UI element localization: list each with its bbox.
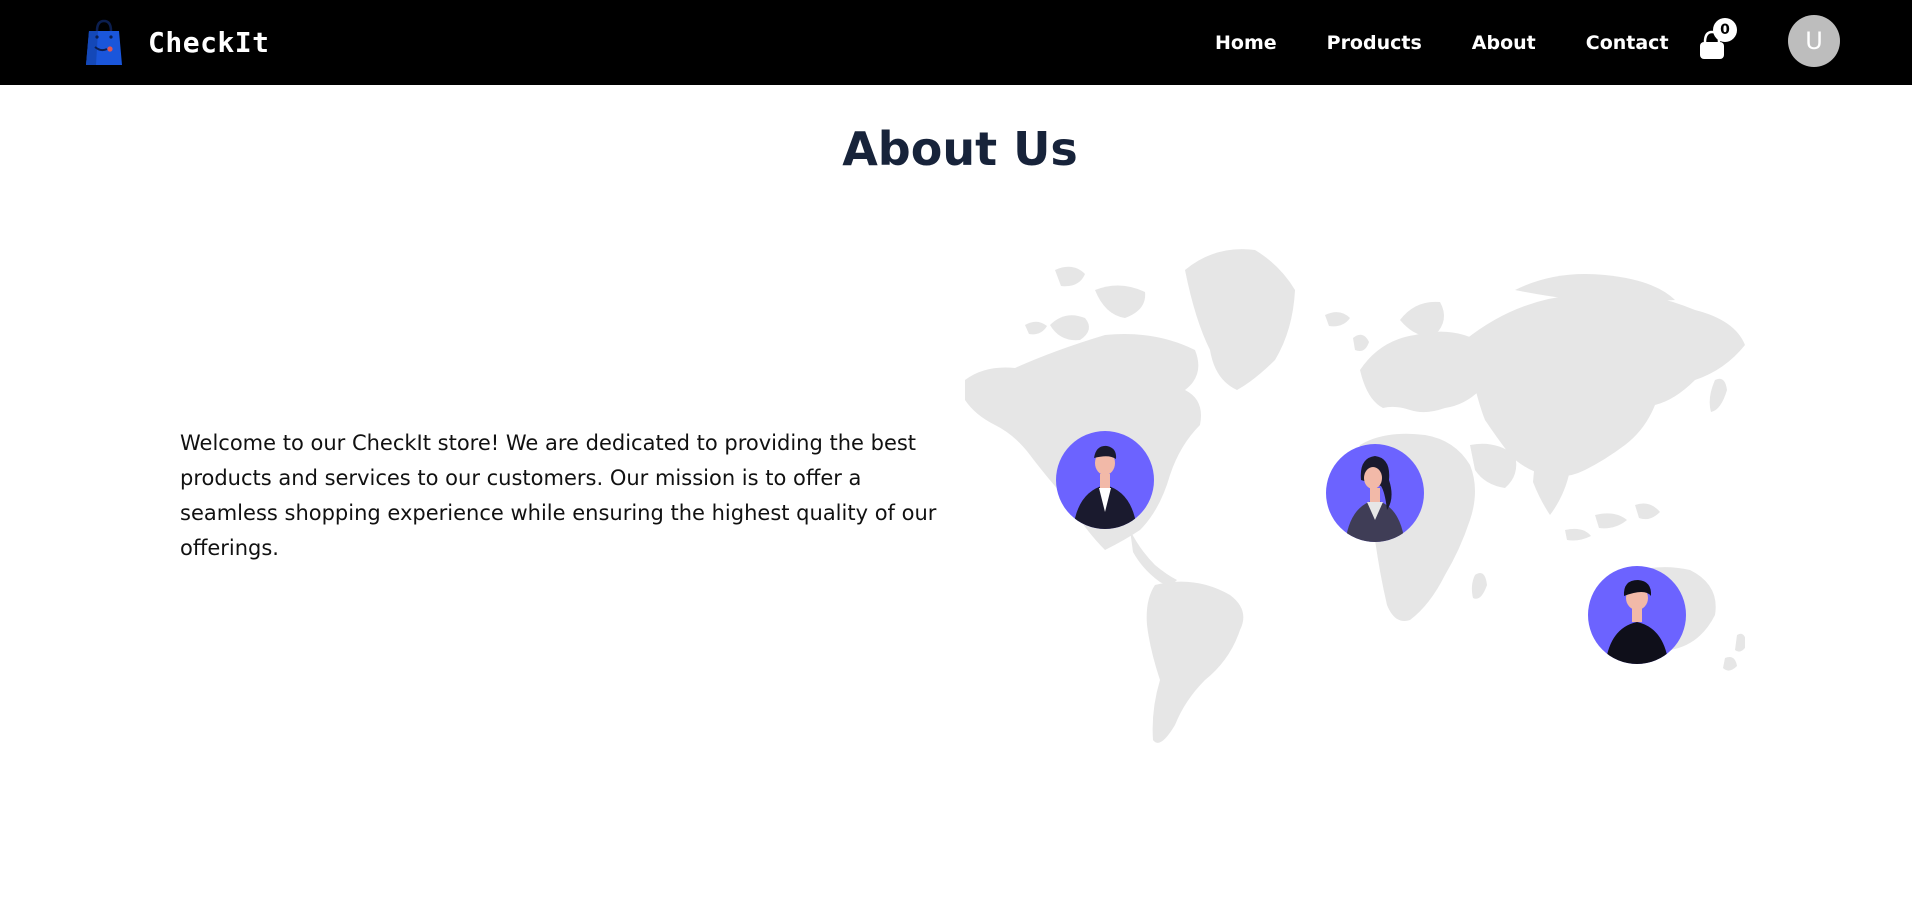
world-map-icon bbox=[965, 249, 1745, 743]
user-avatar[interactable]: U bbox=[1788, 15, 1840, 67]
about-description: Welcome to our CheckIt store! We are ded… bbox=[180, 431, 937, 560]
shopping-bag-icon bbox=[86, 19, 122, 65]
navbar: CheckIt Home Products About Contact 0 U bbox=[0, 0, 1912, 85]
page-title: About Us bbox=[842, 122, 1078, 176]
cart-button[interactable]: 0 bbox=[1697, 18, 1737, 62]
cart-count-badge: 0 bbox=[1713, 18, 1737, 42]
nav-about-link[interactable]: About bbox=[1472, 32, 1536, 54]
nav-products-link[interactable]: Products bbox=[1327, 32, 1422, 54]
person-icon bbox=[1588, 566, 1686, 664]
brand-name: CheckIt bbox=[148, 25, 270, 59]
brand[interactable]: CheckIt bbox=[84, 12, 270, 72]
nav-contact-link[interactable]: Contact bbox=[1586, 32, 1669, 54]
nav-home-link[interactable]: Home bbox=[1215, 32, 1277, 54]
nav-links: Home Products About Contact bbox=[1215, 0, 1719, 85]
